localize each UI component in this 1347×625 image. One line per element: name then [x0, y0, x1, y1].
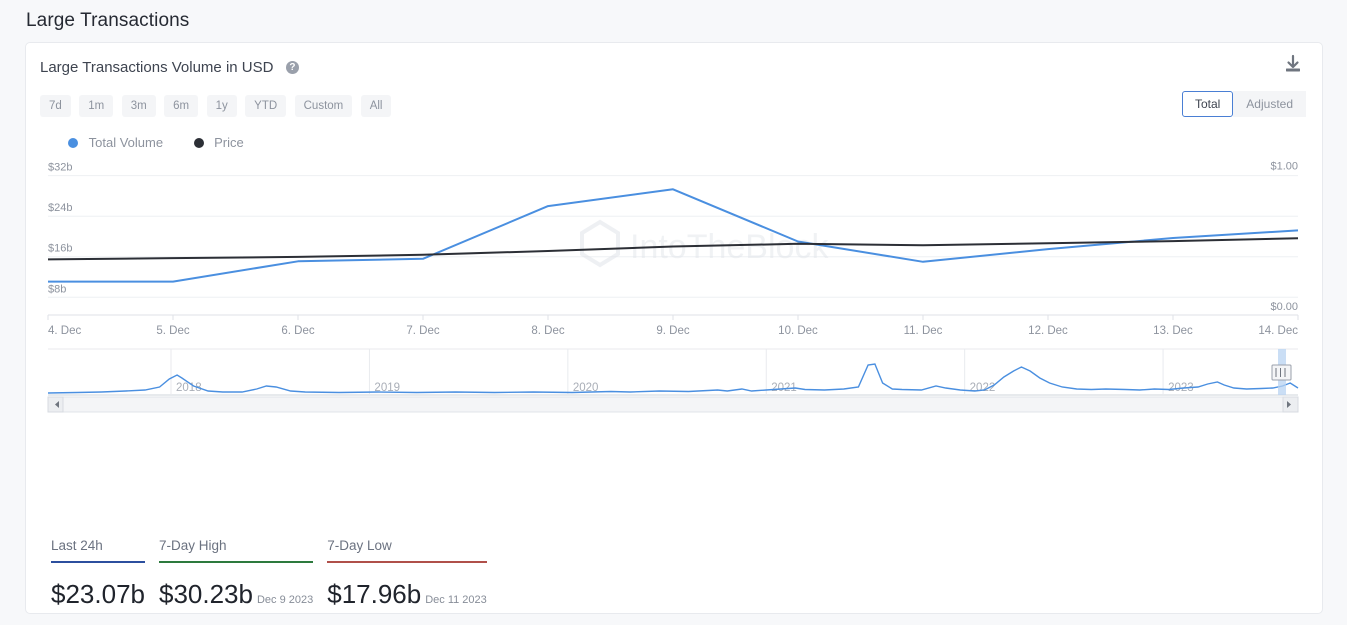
stat-number-7-day-high: $30.23b — [158, 579, 253, 609]
x-axis-tick-label: 11. Dec — [904, 325, 943, 337]
x-axis-tick-label: 12. Dec — [1028, 325, 1068, 337]
stat-number-7-day-low: $17.96b — [327, 579, 422, 609]
legend-dot-total-volume — [68, 137, 78, 148]
navigator-sparkline — [47, 363, 1299, 394]
legend-dot-price — [193, 137, 204, 148]
x-axis-tick-label: 7. Dec — [406, 325, 439, 337]
question-mark-circle-icon[interactable]: ? — [285, 61, 299, 75]
range-button-1m[interactable]: 1m — [79, 95, 114, 117]
stat-label-7-day-high: 7-Day High — [158, 538, 227, 553]
stat-date-7-day-low: Dec 11 2023 — [425, 594, 487, 606]
legend-label-total-volume: Total Volume — [88, 135, 164, 151]
range-selection-handle[interactable] — [1271, 364, 1292, 381]
stat-label-last-24h: Last 24h — [51, 538, 103, 553]
view-toggle-group: Total Adjusted — [1181, 91, 1306, 117]
range-button-1y[interactable]: 1y — [206, 95, 237, 117]
x-axis-tick-label: 6. Dec — [281, 325, 314, 337]
x-axis-tick-label: 5. Dec — [156, 325, 189, 337]
x-axis-tick-label: 13. Dec — [1153, 325, 1193, 337]
stat-value-last-24h: $23.07b — [51, 563, 145, 610]
toggle-adjusted[interactable]: Adjusted — [1233, 91, 1306, 117]
card-header: Large Transactions Volume in USD ? — [26, 43, 1322, 83]
y-axis-left-tick: $32b — [48, 162, 72, 174]
x-axis-tick-label: 8. Dec — [531, 325, 564, 337]
download-icon[interactable] — [1280, 51, 1306, 79]
stat-date-7-day-high: Dec 9 2023 — [256, 594, 314, 606]
stat-7-day-high: 7-Day High $30.23b Dec 9 2023 — [158, 538, 314, 610]
stat-value-7-day-low: $17.96b Dec 11 2023 — [327, 563, 487, 610]
range-button-3m[interactable]: 3m — [121, 95, 156, 117]
legend-item-total-volume[interactable]: Total Volume — [68, 134, 163, 150]
stats-row: Last 24h $23.07b 7-Day High $30.23b Dec 9… — [51, 538, 501, 610]
stat-value-7-day-high: $30.23b Dec 9 2023 — [159, 563, 313, 610]
download-glyph — [1286, 54, 1300, 72]
range-button-6m[interactable]: 6m — [164, 95, 199, 117]
legend-item-price[interactable]: Price — [193, 134, 244, 151]
toggle-total[interactable]: Total — [1181, 91, 1234, 117]
range-button-custom[interactable]: Custom — [294, 95, 353, 117]
x-axis-tick-label: 4. Dec — [48, 325, 81, 337]
stat-7-day-low: 7-Day Low $17.96b Dec 11 2023 — [327, 538, 487, 610]
chart-card: Large Transactions Volume in USD ? 7d 1m… — [25, 42, 1323, 614]
y-axis-left-tick: $16b — [48, 243, 72, 255]
navigator-year-label: 2022 — [970, 382, 996, 394]
navigator-scrollbar-track[interactable] — [47, 396, 1299, 413]
page-title: Large Transactions — [26, 10, 190, 31]
navigator-svg: 2018 2019 2020 2021 2022 2023 — [47, 348, 1299, 413]
range-button-7d[interactable]: 7d — [40, 95, 71, 117]
x-axis-tick-label: 10. Dec — [778, 325, 818, 337]
intotheblock-logo-icon — [580, 219, 620, 268]
x-axis-tick-label: 9. Dec — [656, 325, 689, 337]
y-axis-left-tick: $24b — [48, 202, 72, 214]
stat-last-24h: Last 24h $23.07b — [51, 538, 145, 610]
legend-label-price: Price — [214, 135, 244, 151]
main-chart[interactable]: $8b $16b $24b $32b $0.00 $1.00 IntoTheBlock 4. … — [26, 155, 1324, 345]
chart-navigator[interactable]: 2018 2019 2020 2021 2022 2023 — [26, 345, 1324, 417]
stat-number-last-24h: $23.07b — [51, 579, 145, 609]
range-selector-row: 7d 1m 3m 6m 1y YTD Custom All Total Adju… — [26, 83, 1322, 121]
range-button-all[interactable]: All — [360, 95, 392, 117]
x-axis-tick-label: 14. Dec — [1258, 325, 1298, 337]
chart-svg: $8b$16b$24b$32b$0.00$1.00IntoTheBlock4. … — [47, 160, 1299, 337]
y-axis-left-tick: $8b — [48, 283, 66, 295]
card-title: Large Transactions Volume in USD — [40, 59, 274, 77]
y-axis-right-tick: $0.00 — [1270, 301, 1298, 313]
range-button-ytd[interactable]: YTD — [245, 95, 287, 117]
stat-label-7-day-low: 7-Day Low — [327, 538, 392, 553]
chart-legend: Total Volume Price — [26, 121, 1322, 155]
y-axis-right-tick: $1.00 — [1270, 160, 1298, 172]
